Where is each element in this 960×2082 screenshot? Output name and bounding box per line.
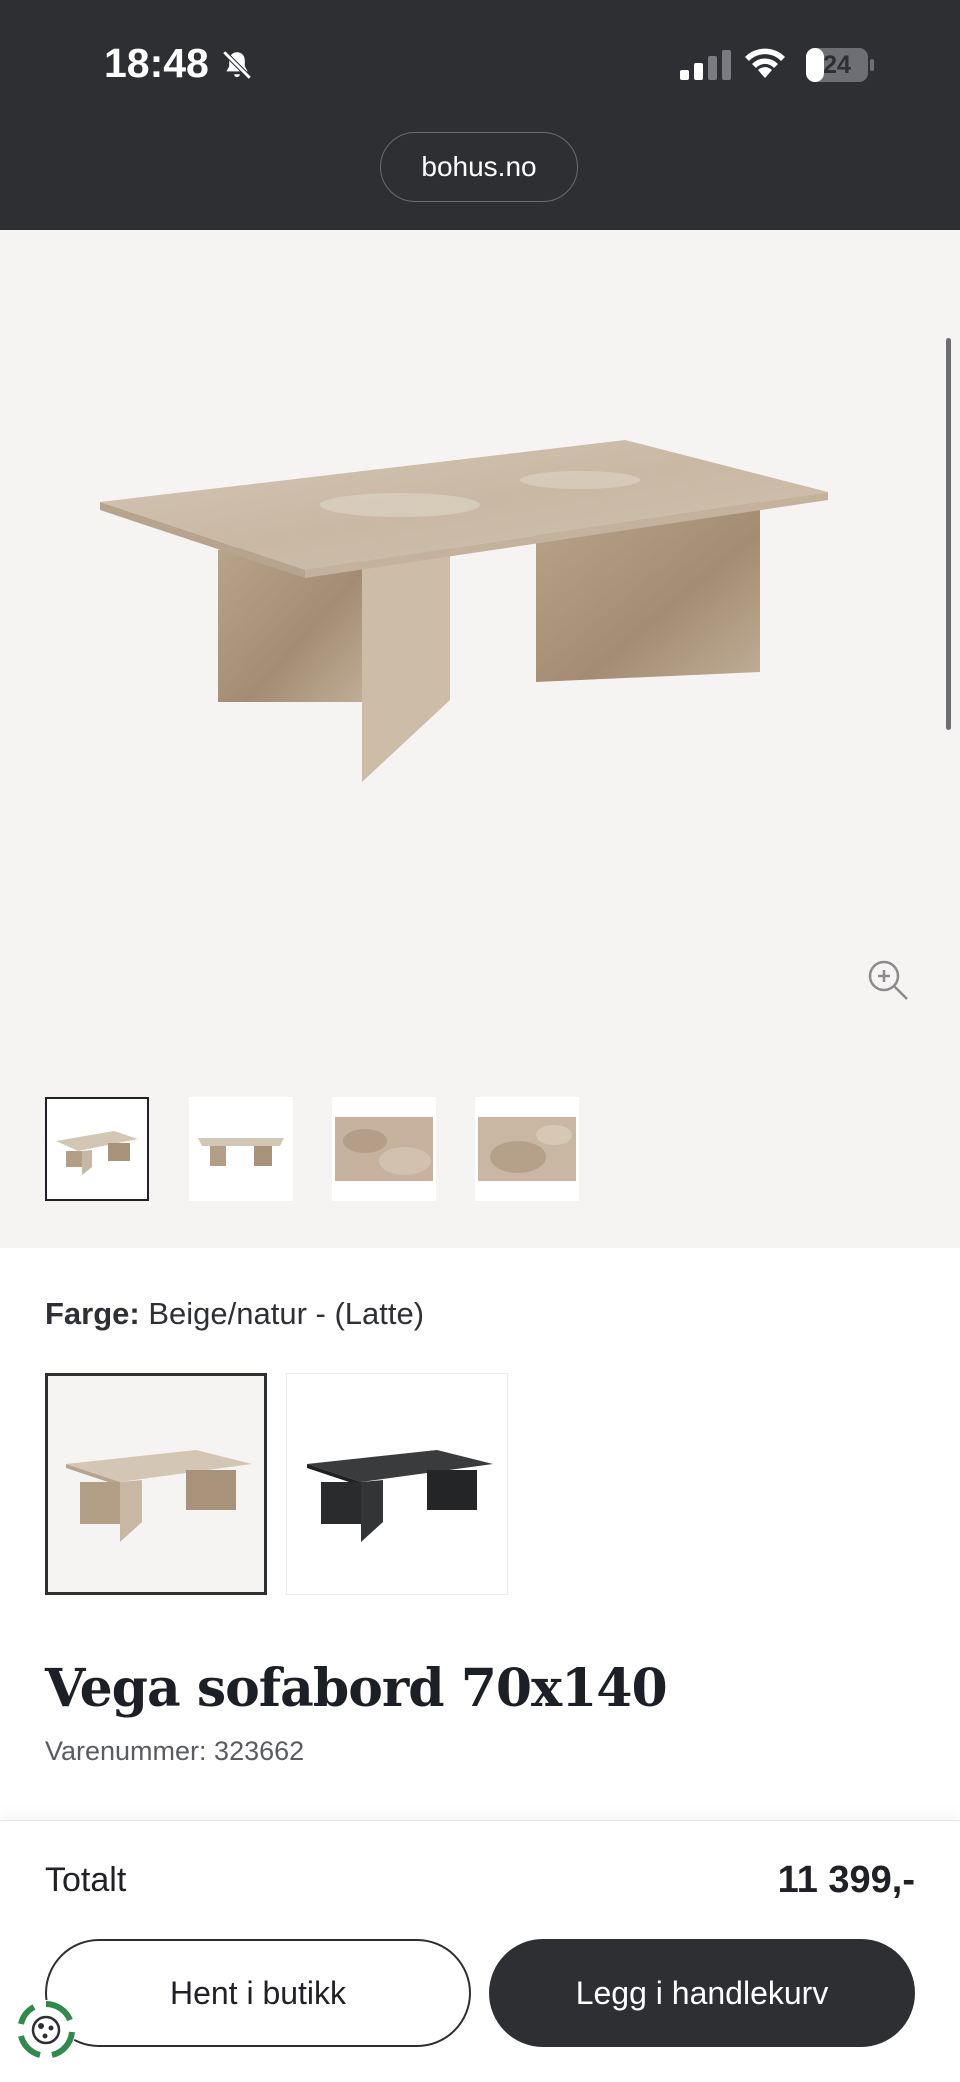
swatch-beige[interactable] [45,1373,267,1595]
status-bar: 18:48 24 bohus.no [0,0,960,230]
product-gallery[interactable] [0,230,960,1248]
eco-badge-icon[interactable] [14,1998,78,2062]
thumbnail-4[interactable] [475,1097,579,1201]
product-sku: Varenummer: 323662 [45,1736,305,1766]
thumbnail-1[interactable] [45,1097,149,1201]
pickup-in-store-button[interactable]: Hent i butikk [45,1939,471,2047]
url-bar[interactable]: bohus.no [380,132,578,202]
pickup-button-label: Hent i butikk [169,1974,347,2011]
wifi-icon [745,48,785,78]
cart-button-label: Legg i handlekurv [575,1974,829,2011]
swatch-beige-image [66,1450,252,1542]
thumbnail-3[interactable] [332,1097,436,1201]
thumbnail-image [198,1138,284,1166]
total-label: Totalt [45,1861,127,1899]
battery-icon: 24 [806,48,874,82]
thumbnail-image [478,1117,576,1181]
url-text: bohus.no [421,151,537,182]
total-price: 11 399,- [777,1859,915,1901]
battery-level: 24 [823,50,851,79]
thumbnail-2[interactable] [189,1097,293,1201]
swatch-black[interactable] [286,1373,508,1595]
thumbnail-image [335,1117,433,1181]
swatch-black-image [307,1450,493,1542]
colour-label: Farge: [45,1296,140,1331]
add-to-cart-button[interactable]: Legg i handlekurv [489,1939,915,2047]
purchase-footer: Totalt 11 399,- Hent i butikk Legg i han… [0,1820,960,2082]
signal-icon [680,50,731,80]
colour-line: Farge: Beige/natur - (Latte) [45,1296,424,1332]
scrollbar[interactable] [946,338,951,730]
colour-value: Beige/natur - (Latte) [148,1296,425,1331]
product-title: Vega sofabord 70x140 [45,1658,668,1719]
thumbnail-image [56,1131,138,1175]
product-main-image[interactable] [100,410,840,790]
status-time: 18:48 [104,40,209,86]
bell-muted-icon [222,50,252,80]
zoom-in-icon[interactable] [866,958,910,1002]
